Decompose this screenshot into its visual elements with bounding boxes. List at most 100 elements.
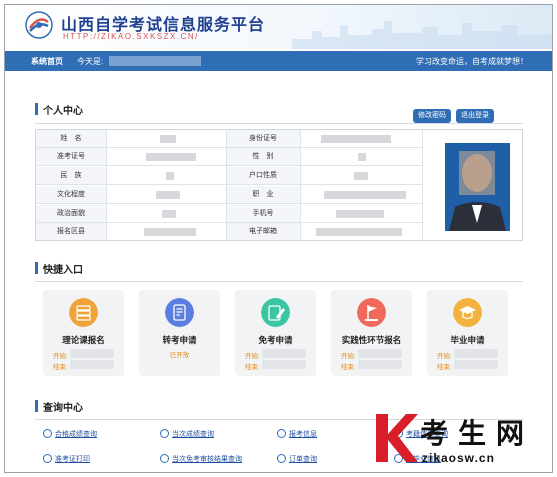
end-label: 结束:: [437, 364, 452, 371]
site-url: HTTP://ZIKAO.SXKSZX.CN/: [63, 32, 199, 41]
watermark-url: zikaosw.cn: [422, 451, 495, 465]
site-header: 山西自学考试信息服务平台 HTTP://ZIKAO.SXKSZX.CN/: [5, 5, 552, 49]
heading-accent-bar: [35, 262, 38, 274]
section-divider: [35, 281, 523, 282]
query-link-label: 报考信息: [289, 431, 317, 438]
profile-row: 民 族 户口性质: [36, 167, 422, 185]
query-link-exemption-result[interactable]: 当次免考审核结果查询: [160, 454, 242, 466]
profile-row: 姓 名 身份证号: [36, 130, 422, 148]
quick-section-title: 快捷入口: [43, 265, 83, 276]
value-redacted: [160, 135, 176, 143]
book-stack-icon: [69, 298, 98, 327]
nav-slogan: 学习改变命运，自考成就梦想！: [416, 57, 528, 66]
row-label: 民 族: [36, 167, 106, 184]
row-label: 准考证号: [36, 148, 106, 165]
section-divider: [35, 123, 523, 124]
card-title: 毕业申请: [450, 335, 485, 345]
watermark-k-logo: [376, 414, 418, 462]
query-link-label: 当次成绩查询: [172, 431, 214, 438]
profile-row: 政治面貌 手机号: [36, 205, 422, 223]
value-redacted: [336, 210, 384, 218]
date-redacted: [262, 360, 306, 369]
heading-accent-bar: [35, 103, 38, 115]
date-redacted: [358, 349, 402, 358]
query-link-admission-ticket[interactable]: 准考证打印: [43, 454, 90, 466]
query-section-title: 查询中心: [43, 403, 83, 414]
candidate-photo: [445, 143, 510, 231]
pencil-note-icon: [261, 298, 290, 327]
search-icon: [43, 429, 52, 438]
heading-accent-bar: [35, 400, 38, 412]
nav-home-link[interactable]: 系统首页: [31, 56, 63, 67]
table-divider: [106, 130, 107, 241]
value-redacted: [321, 135, 391, 143]
date-redacted: [70, 349, 114, 358]
row-label: 文化程度: [36, 186, 106, 203]
change-password-button[interactable]: 修改密码: [413, 109, 451, 123]
table-divider: [226, 130, 227, 241]
graduation-cap-icon: [453, 298, 482, 327]
card-title: 理论课报名: [62, 335, 105, 345]
start-label: 开始:: [437, 353, 452, 360]
query-link-label: 合格成绩查询: [55, 431, 97, 438]
value-redacted: [156, 191, 180, 199]
value-redacted: [146, 153, 196, 161]
card-transfer-application[interactable]: 转考申请 已开放: [139, 290, 220, 376]
card-status: 已开放: [169, 352, 190, 359]
table-divider: [422, 130, 423, 241]
watermark-text: 考生网: [420, 417, 535, 450]
value-redacted: [354, 172, 368, 180]
query-link-label: 订单查询: [289, 456, 317, 463]
card-theory-course-registration[interactable]: 理论课报名 开始: 结束:: [43, 290, 124, 376]
search-icon: [160, 429, 169, 438]
card-title: 免考申请: [258, 335, 293, 345]
value-redacted: [358, 153, 366, 161]
exam-logo-icon: [25, 11, 53, 39]
value-redacted: [324, 191, 406, 199]
row-label: 政治面貌: [36, 205, 106, 222]
query-link-registration-info[interactable]: 报考信息: [277, 429, 317, 441]
end-label: 结束:: [341, 364, 356, 371]
card-practical-registration[interactable]: 实践性环节报名 开始: 结束:: [331, 290, 412, 376]
query-link-qualified-scores[interactable]: 合格成绩查询: [43, 429, 97, 441]
query-link-label: 当次免考审核结果查询: [172, 456, 242, 463]
query-link-orders[interactable]: 订单查询: [277, 454, 317, 466]
value-redacted: [166, 172, 174, 180]
row-label: 姓 名: [36, 130, 106, 147]
card-title: 实践性环节报名: [341, 335, 402, 345]
date-redacted: [70, 360, 114, 369]
start-label: 开始:: [341, 353, 356, 360]
search-icon: [277, 429, 286, 438]
flag-icon: [357, 298, 386, 327]
row-label: 户口性质: [226, 167, 300, 184]
start-label: 开始:: [245, 353, 260, 360]
card-exemption-application[interactable]: 免考申请 开始: 结束:: [235, 290, 316, 376]
search-icon: [277, 454, 286, 463]
date-redacted: [358, 360, 402, 369]
logout-button[interactable]: 退出登录: [456, 109, 494, 123]
end-label: 结束:: [53, 364, 68, 371]
card-graduation-application[interactable]: 毕业申请 开始: 结束:: [427, 290, 508, 376]
query-link-current-scores[interactable]: 当次成绩查询: [160, 429, 214, 441]
row-label: 身份证号: [226, 130, 300, 147]
row-label: 性 别: [226, 148, 300, 165]
value-redacted: [316, 228, 402, 236]
today-label: 今天是:: [77, 57, 104, 66]
row-label: 电子邮箱: [226, 223, 300, 240]
end-label: 结束:: [245, 364, 260, 371]
row-label: 职 业: [226, 186, 300, 203]
search-icon: [160, 454, 169, 463]
row-label: 报名区县: [36, 223, 106, 240]
row-label: 手机号: [226, 205, 300, 222]
page-frame: 山西自学考试信息服务平台 HTTP://ZIKAO.SXKSZX.CN/ 系统首…: [4, 4, 553, 473]
profile-row: 准考证号 性 别: [36, 148, 422, 166]
profile-row: 报名区县 电子邮箱: [36, 223, 422, 241]
card-title: 转考申请: [162, 335, 197, 345]
date-redacted: [262, 349, 306, 358]
value-redacted: [162, 210, 176, 218]
profile-table: 姓 名 身份证号 准考证号 性 别 民 族 户口性质 文化程度 职 业 政治面貌…: [35, 129, 523, 241]
value-redacted: [144, 228, 196, 236]
profile-section-title: 个人中心: [43, 106, 83, 117]
profile-row: 文化程度 职 业: [36, 186, 422, 204]
table-divider: [300, 130, 301, 241]
